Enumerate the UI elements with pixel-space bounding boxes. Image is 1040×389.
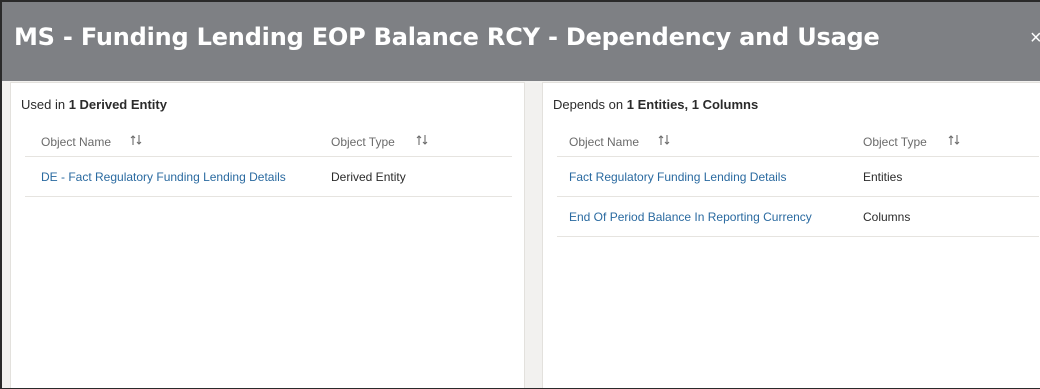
depends-on-heading: Depends on 1 Entities, 1 Columns xyxy=(553,97,758,112)
dialog-title: MS - Funding Lending EOP Balance RCY - D… xyxy=(14,23,880,51)
column-header-object-type: Object Type xyxy=(331,135,395,149)
used-in-heading: Used in 1 Derived Entity xyxy=(21,97,167,112)
used-in-prefix: Used in xyxy=(21,97,69,112)
table-row: DE - Fact Regulatory Funding Lending Det… xyxy=(25,157,512,197)
table-row: Fact Regulatory Funding Lending Details … xyxy=(557,157,1039,197)
depends-on-panel: Depends on 1 Entities, 1 Columns Object … xyxy=(542,82,1040,388)
used-in-grid-header: Object Name Object Type xyxy=(25,123,512,157)
table-row: End Of Period Balance In Reporting Curre… xyxy=(557,197,1039,237)
used-in-count: 1 Derived Entity xyxy=(68,97,167,112)
dialog-header: MS - Funding Lending EOP Balance RCY - D… xyxy=(2,2,1040,81)
close-glyph: × xyxy=(1030,26,1040,50)
object-name-link[interactable]: DE - Fact Regulatory Funding Lending Det… xyxy=(41,170,286,184)
object-type-cell: Entities xyxy=(863,170,903,184)
column-header-object-name: Object Name xyxy=(41,135,112,149)
sort-arrows-icon[interactable] xyxy=(415,133,429,147)
sort-arrows-icon[interactable] xyxy=(129,133,143,147)
close-icon[interactable]: × xyxy=(1030,26,1040,50)
object-type-cell: Columns xyxy=(863,210,911,224)
object-name-link[interactable]: Fact Regulatory Funding Lending Details xyxy=(569,170,786,184)
used-in-panel: Used in 1 Derived Entity Object Name Obj… xyxy=(10,82,525,388)
column-header-object-type: Object Type xyxy=(863,135,927,149)
depends-on-count: 1 Entities, 1 Columns xyxy=(626,97,759,112)
depends-on-grid-header: Object Name Object Type xyxy=(557,123,1039,157)
object-name-link[interactable]: End Of Period Balance In Reporting Curre… xyxy=(569,210,812,224)
dependency-usage-dialog: MS - Funding Lending EOP Balance RCY - D… xyxy=(0,0,1040,389)
sort-arrows-icon[interactable] xyxy=(947,133,961,147)
column-header-object-name: Object Name xyxy=(569,135,640,149)
object-type-cell: Derived Entity xyxy=(331,170,406,184)
depends-on-prefix: Depends on xyxy=(553,97,627,112)
sort-arrows-icon[interactable] xyxy=(657,133,671,147)
